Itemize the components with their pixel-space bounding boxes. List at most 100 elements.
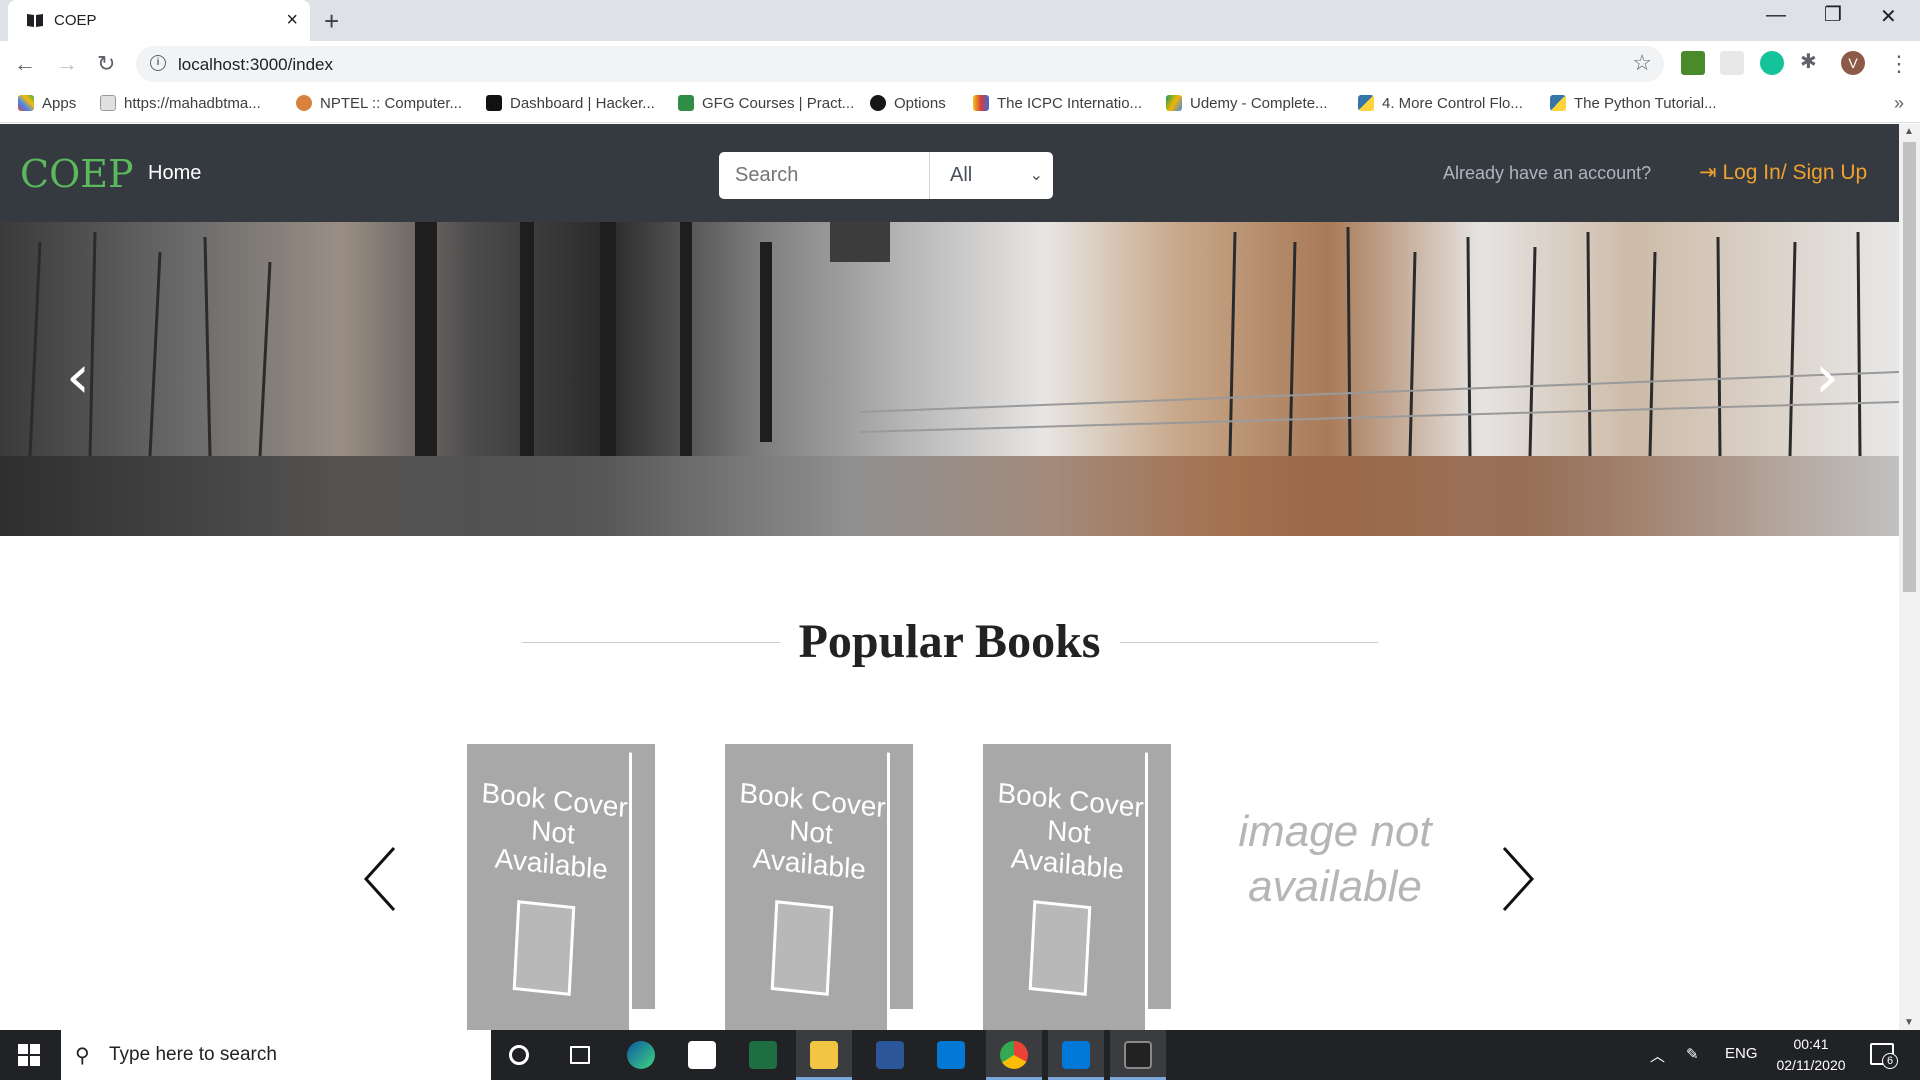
notification-icon[interactable]: 6	[1870, 1043, 1898, 1069]
clock-date: 02/11/2020	[1776, 1057, 1846, 1073]
new-tab-icon[interactable]: +	[324, 6, 339, 37]
bookmark-mahadbt[interactable]: https://mahadbtma...	[100, 95, 261, 112]
page-icon	[100, 95, 116, 111]
search-form: All ⌄	[719, 152, 1053, 199]
windows-taskbar: ⚲ Type here to search ︿ ✎ ENG 00:41 02/1…	[0, 1030, 1920, 1080]
excel-icon[interactable]	[735, 1030, 791, 1080]
profile-avatar[interactable]: V	[1841, 51, 1865, 75]
popular-books-header: Popular Books	[0, 614, 1899, 674]
chrome-icon[interactable]	[986, 1030, 1042, 1080]
bookmark-apps[interactable]: Apps	[18, 95, 76, 112]
bookmark-gfg[interactable]: GFG Courses | Pract...	[678, 95, 854, 112]
word-icon[interactable]	[862, 1030, 918, 1080]
login-signup-link[interactable]: ⇥ Log In/ Sign Up	[1699, 160, 1867, 185]
restore-icon[interactable]: ❐	[1824, 2, 1842, 27]
browser-tab-strip: COEP × + — ❐ ✕	[0, 0, 1920, 41]
file-explorer-icon[interactable]	[796, 1030, 852, 1080]
browser-tab-active[interactable]: COEP ×	[8, 0, 310, 41]
scroll-up-icon[interactable]: ▲	[1904, 126, 1914, 137]
book-card[interactable]: Book Cover Not Available	[983, 744, 1173, 1030]
book-cover-placeholder: Book Cover Not Available	[467, 744, 632, 1030]
hero-image	[28, 222, 1899, 456]
edge-icon[interactable]	[613, 1030, 669, 1080]
book-card[interactable]: Book Cover Not Available	[725, 744, 915, 1030]
search-icon: ⚲	[75, 1045, 90, 1067]
search-filter-value: All	[950, 164, 973, 186]
bookmark-hackerrank[interactable]: Dashboard | Hacker...	[486, 95, 655, 112]
carousel-next-icon[interactable]: ›	[1815, 342, 1839, 412]
close-tab-icon[interactable]: ×	[286, 9, 298, 32]
gfg-icon	[678, 95, 694, 111]
search-input[interactable]	[719, 152, 929, 199]
back-icon[interactable]: ←	[14, 51, 36, 77]
books-carousel: Book Cover Not Available Book Cover Not …	[0, 744, 1899, 1030]
bookmark-control-flow[interactable]: 4. More Control Flo...	[1358, 95, 1523, 112]
python-icon	[1550, 95, 1566, 111]
book-image-unavailable[interactable]: image not available	[1235, 804, 1435, 914]
bookmark-nptel[interactable]: NPTEL :: Computer...	[296, 95, 462, 112]
tray-overflow-icon[interactable]: ︿	[1650, 1045, 1665, 1066]
book-icon	[27, 14, 43, 27]
windows-start-icon[interactable]	[18, 1044, 40, 1066]
notification-count: 6	[1882, 1053, 1898, 1069]
minimize-icon[interactable]: —	[1766, 4, 1786, 27]
browser-toolbar: ← → ↻ i localhost:3000/index ☆ ✱ V ⋮	[0, 41, 1920, 87]
page-scrollbar[interactable]: ▲ ▼	[1899, 124, 1920, 1030]
site-brand[interactable]: COEP	[20, 152, 134, 196]
nav-home-link[interactable]: Home	[148, 162, 201, 185]
reload-icon[interactable]: ↻	[97, 51, 115, 77]
drive-icon	[1166, 95, 1182, 111]
extension-blank-icon[interactable]	[1720, 51, 1744, 75]
address-bar[interactable]: i localhost:3000/index ☆	[136, 46, 1664, 82]
clock-time: 00:41	[1793, 1036, 1829, 1052]
site-navbar: COEP Home All ⌄ Already have an account?…	[0, 124, 1899, 222]
apps-grid-icon	[18, 95, 34, 111]
input-language[interactable]: ENG	[1725, 1045, 1758, 1062]
book-cover-placeholder: Book Cover Not Available	[983, 744, 1148, 1030]
bookmarks-overflow-icon[interactable]: »	[1894, 93, 1904, 114]
hero-walkway	[0, 456, 1899, 536]
site-info-icon[interactable]: i	[150, 55, 166, 71]
bookmark-python-tutorial[interactable]: The Python Tutorial...	[1550, 95, 1717, 112]
address-url[interactable]: localhost:3000/index	[178, 55, 333, 75]
task-view-icon[interactable]	[552, 1030, 608, 1080]
taskbar-search-placeholder: Type here to search	[109, 1044, 277, 1065]
mail-icon[interactable]	[923, 1030, 979, 1080]
bookmark-icpc[interactable]: The ICPC Internatio...	[973, 95, 1142, 112]
account-prompt: Already have an account?	[1443, 163, 1652, 183]
icpc-icon	[973, 95, 989, 111]
books-next-icon[interactable]	[1498, 844, 1538, 914]
page-viewport: COEP Home All ⌄ Already have an account?…	[0, 124, 1899, 1030]
hero-carousel: ‹ ›	[0, 222, 1899, 536]
bookmark-star-icon[interactable]: ☆	[1632, 50, 1652, 76]
bookmarks-bar: Apps https://mahadbtma... NPTEL :: Compu…	[0, 87, 1920, 123]
book-cover-placeholder: Book Cover Not Available	[725, 744, 890, 1030]
bookmark-options[interactable]: Options	[870, 95, 946, 112]
store-icon[interactable]	[674, 1030, 730, 1080]
vscode-icon[interactable]	[1048, 1030, 1104, 1080]
nptel-icon	[296, 95, 312, 111]
book-card[interactable]: Book Cover Not Available	[467, 744, 657, 1030]
cortana-icon[interactable]	[491, 1030, 547, 1080]
carousel-prev-icon[interactable]: ‹	[66, 342, 90, 412]
search-filter-select[interactable]: All ⌄	[930, 152, 1053, 199]
taskbar-clock[interactable]: 00:41 02/11/2020	[1766, 1034, 1856, 1076]
taskbar-search[interactable]: ⚲ Type here to search	[61, 1030, 491, 1080]
browser-menu-icon[interactable]: ⋮	[1888, 51, 1910, 77]
forward-icon[interactable]: →	[56, 51, 78, 77]
close-window-icon[interactable]: ✕	[1880, 4, 1897, 29]
extension-html-icon[interactable]	[1681, 51, 1705, 75]
tab-title: COEP	[54, 12, 97, 29]
scroll-down-icon[interactable]: ▼	[1904, 1017, 1914, 1028]
books-prev-icon[interactable]	[360, 844, 400, 914]
grammarly-icon[interactable]	[1760, 51, 1784, 75]
extensions-puzzle-icon[interactable]: ✱	[1800, 49, 1824, 73]
pen-icon[interactable]: ✎	[1686, 1045, 1699, 1063]
python-icon	[1358, 95, 1374, 111]
chevron-down-icon: ⌄	[1029, 167, 1043, 184]
screen: COEP × + — ❐ ✕ ← → ↻ i localhost:3000/in…	[0, 0, 1920, 1080]
scrollbar-thumb[interactable]	[1903, 142, 1916, 592]
sign-in-icon: ⇥	[1699, 161, 1723, 184]
mysql-icon[interactable]	[1110, 1030, 1166, 1080]
bookmark-udemy[interactable]: Udemy - Complete...	[1166, 95, 1328, 112]
